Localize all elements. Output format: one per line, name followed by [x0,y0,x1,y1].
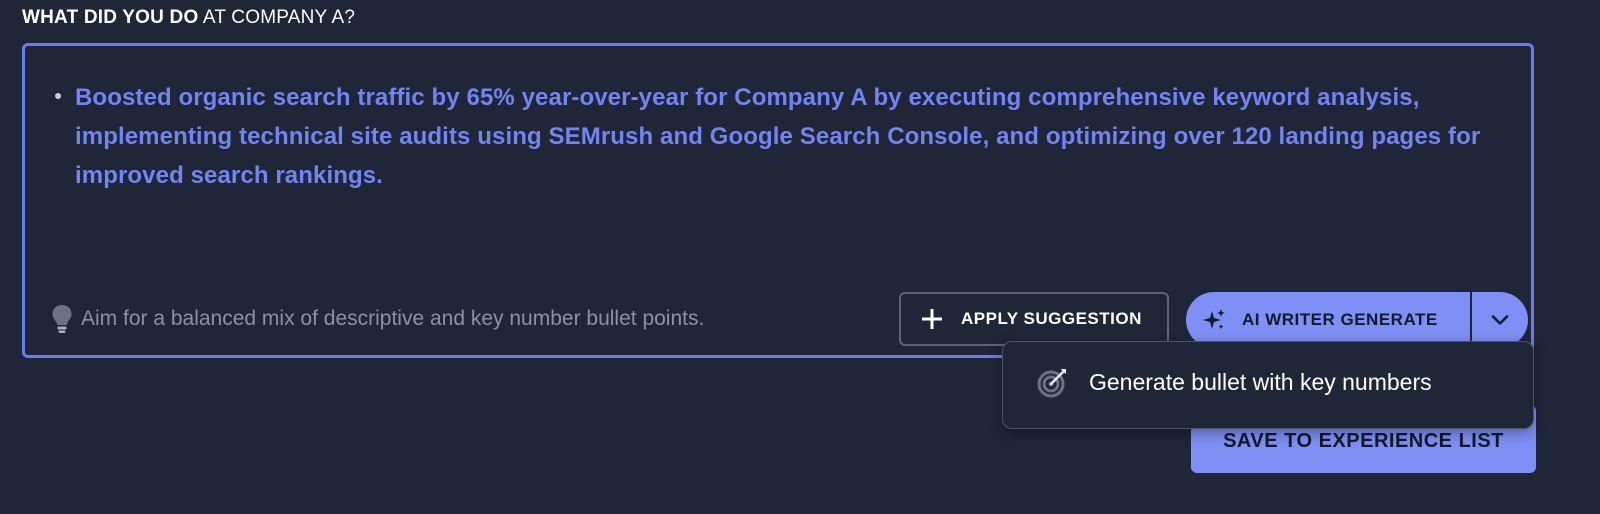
apply-suggestion-button[interactable]: APPLY SUGGESTION [899,292,1169,346]
plus-icon [922,309,942,329]
ai-writer-options-button[interactable] [1472,292,1528,348]
section-heading-rest: AT COMPANY A? [198,7,356,28]
description-editor[interactable]: Boosted organic search traffic by 65% ye… [22,43,1534,358]
save-label: SAVE TO EXPERIENCE LIST [1223,429,1504,452]
bullet-text[interactable]: Boosted organic search traffic by 65% ye… [75,78,1495,195]
section-heading-bold: WHAT DID YOU DO [22,7,199,28]
experience-editor-page: WHAT DID YOU DO AT COMPANY A? Boosted or… [0,0,1600,514]
lightbulb-icon [52,305,72,333]
bullet-item[interactable]: Boosted organic search traffic by 65% ye… [55,78,1495,195]
writing-tip: Aim for a balanced mix of descriptive an… [51,304,704,334]
ai-writer-dropdown-menu: Generate bullet with key numbers [1002,341,1534,429]
chevron-down-icon [1491,315,1509,325]
tip-text: Aim for a balanced mix of descriptive an… [81,307,705,330]
bullet-dot [55,93,61,99]
sparkle-icon [1203,309,1225,330]
menu-item-label: Generate bullet with key numbers [1089,368,1432,395]
ai-writer-generate-button[interactable]: AI WRITER GENERATE [1186,292,1470,348]
ai-writer-generate-label: AI WRITER GENERATE [1242,310,1438,329]
menu-item-generate-key-numbers[interactable]: Generate bullet with key numbers [1037,366,1432,398]
target-icon [1037,369,1066,398]
apply-suggestion-label: APPLY SUGGESTION [961,309,1142,328]
ai-writer-split-button: AI WRITER GENERATE [1186,292,1528,348]
section-heading: WHAT DID YOU DO AT COMPANY A? [22,7,355,29]
